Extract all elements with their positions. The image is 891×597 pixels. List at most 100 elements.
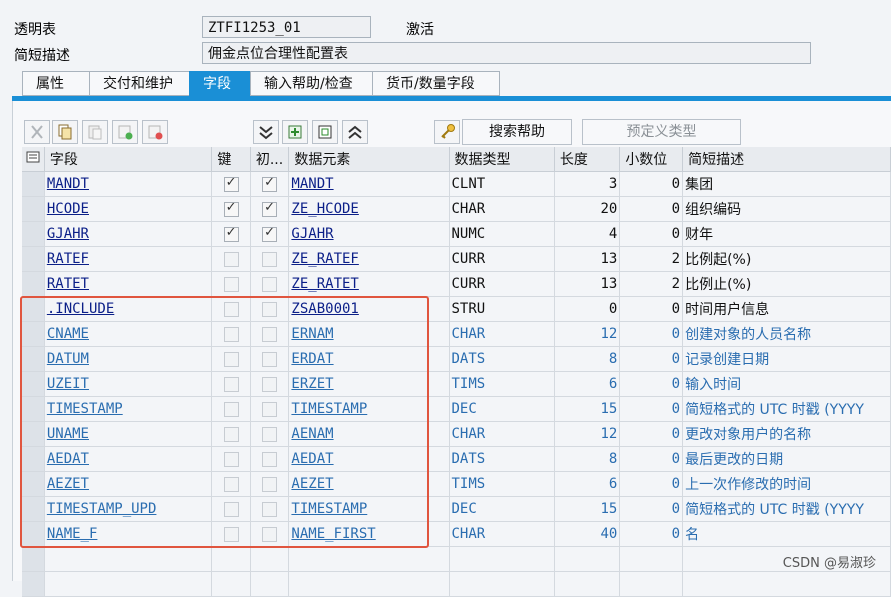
field-name-cell[interactable]: .INCLUDE [44, 296, 213, 322]
data-element-cell[interactable]: ERNAM [288, 321, 450, 347]
decimals-cell[interactable]: 0 [619, 471, 684, 497]
row-selector[interactable] [22, 496, 45, 522]
insert-row-icon[interactable] [112, 120, 138, 144]
initial-checkbox[interactable] [262, 225, 278, 242]
empty-cell[interactable] [44, 571, 213, 597]
length-cell[interactable]: 8 [554, 346, 621, 372]
key-cell[interactable] [211, 196, 251, 222]
data-element[interactable]: TIMESTAMP [290, 398, 447, 420]
field-name[interactable]: TIMESTAMP [46, 398, 211, 420]
row-selector[interactable] [22, 371, 45, 397]
key-checkbox[interactable] [223, 175, 239, 192]
row-selector[interactable] [22, 271, 45, 297]
key-checkbox[interactable] [223, 501, 239, 517]
length-cell[interactable]: 13 [554, 246, 621, 272]
col-header-key[interactable]: 键 [211, 147, 251, 172]
data-element[interactable]: AEZET [290, 473, 447, 495]
field-name-cell[interactable]: DATUM [44, 346, 213, 372]
length-cell[interactable]: 6 [554, 371, 621, 397]
data-type-cell[interactable]: DEC [449, 396, 555, 422]
decimals-cell[interactable]: 0 [619, 171, 684, 197]
col-header-decimals[interactable]: 小数位 [619, 147, 684, 172]
delete-row-icon[interactable] [142, 120, 168, 144]
initial-checkbox[interactable] [262, 175, 278, 192]
initial-checkbox[interactable] [262, 351, 278, 367]
initial-cell[interactable] [250, 171, 290, 197]
short-desc-cell[interactable]: 输入时间 [682, 371, 891, 397]
decimals-cell[interactable]: 2 [619, 246, 684, 272]
short-desc-cell[interactable]: 名 [682, 521, 891, 547]
field-name[interactable]: UZEIT [46, 373, 211, 395]
data-type-cell[interactable]: TIMS [449, 471, 555, 497]
initial-cell[interactable] [250, 321, 290, 347]
structure-icon[interactable] [312, 120, 338, 144]
key-checkbox[interactable] [223, 225, 239, 242]
decimals-cell[interactable]: 0 [619, 421, 684, 447]
key-icon[interactable] [434, 120, 460, 144]
decimals-cell[interactable]: 0 [619, 296, 684, 322]
data-type-cell[interactable]: CHAR [449, 321, 555, 347]
empty-cell[interactable] [554, 546, 621, 572]
empty-cell[interactable] [619, 546, 684, 572]
field-name[interactable]: HCODE [46, 198, 211, 220]
short-desc-cell[interactable]: 创建对象的人员名称 [682, 321, 891, 347]
key-cell[interactable] [211, 421, 251, 447]
key-cell[interactable] [211, 521, 251, 547]
field-name[interactable]: RATEF [46, 248, 211, 270]
length-cell[interactable]: 15 [554, 396, 621, 422]
table-name-field[interactable]: ZTFI1253_01 [202, 16, 371, 38]
short-desc-field[interactable]: 佣金点位合理性配置表 [202, 42, 811, 64]
initial-checkbox[interactable] [262, 326, 278, 342]
initial-cell[interactable] [250, 196, 290, 222]
data-element-cell[interactable]: AEZET [288, 471, 450, 497]
data-element[interactable]: AEDAT [290, 448, 447, 470]
data-type-cell[interactable]: DEC [449, 496, 555, 522]
initial-checkbox[interactable] [262, 376, 278, 392]
data-element[interactable]: ERZET [290, 373, 447, 395]
data-element[interactable]: ZE_RATEF [290, 248, 447, 270]
data-element[interactable]: AENAM [290, 423, 447, 445]
decimals-cell[interactable]: 2 [619, 271, 684, 297]
predefined-type-button[interactable]: 预定义类型 [582, 119, 741, 145]
key-checkbox[interactable] [223, 526, 239, 542]
data-element-cell[interactable]: AEDAT [288, 446, 450, 472]
table-row[interactable]: GJAHRGJAHRNUMC40财年 [22, 221, 891, 247]
data-element[interactable]: TIMESTAMP [290, 498, 447, 520]
row-selector[interactable] [22, 221, 45, 247]
length-cell[interactable]: 6 [554, 471, 621, 497]
field-name[interactable]: AEZET [46, 473, 211, 495]
col-header-field[interactable]: 字段 [44, 147, 213, 172]
data-element-cell[interactable]: ZE_RATET [288, 271, 450, 297]
length-cell[interactable]: 0 [554, 296, 621, 322]
initial-cell[interactable] [250, 446, 290, 472]
short-desc-cell[interactable]: 最后更改的日期 [682, 446, 891, 472]
field-name-cell[interactable]: RATEF [44, 246, 213, 272]
data-type-cell[interactable]: CURR [449, 246, 555, 272]
initial-checkbox[interactable] [262, 426, 278, 442]
initial-cell[interactable] [250, 471, 290, 497]
data-element[interactable]: ERDAT [290, 348, 447, 370]
tab-attributes[interactable]: 属性 [22, 71, 89, 96]
key-cell[interactable] [211, 221, 251, 247]
table-row[interactable]: RATEF ZE_RATEF CURR 13 2 比例起(%) [22, 246, 891, 272]
initial-checkbox[interactable] [262, 276, 278, 292]
decimals-cell[interactable]: 0 [619, 321, 684, 347]
table-row[interactable]: RATET ZE_RATET CURR 13 2 比例止(%) [22, 271, 891, 297]
field-name-cell[interactable]: TIMESTAMP [44, 396, 213, 422]
length-cell[interactable]: 15 [554, 496, 621, 522]
col-header-initial[interactable]: 初... [250, 147, 290, 172]
data-type-cell[interactable]: STRU [449, 296, 555, 322]
expand-all-icon[interactable] [253, 120, 279, 144]
key-cell[interactable] [211, 296, 251, 322]
length-cell[interactable]: 20 [554, 196, 621, 222]
decimals-cell[interactable]: 0 [619, 446, 684, 472]
short-desc-cell[interactable]: 更改对象用户的名称 [682, 421, 891, 447]
data-type-cell[interactable]: CURR [449, 271, 555, 297]
table-row[interactable]: UNAME AENAM CHAR 12 0 更改对象用户的名称 [22, 421, 891, 447]
data-element[interactable]: GJAHR [290, 223, 447, 245]
key-checkbox[interactable] [223, 476, 239, 492]
field-name-cell[interactable]: AEDAT [44, 446, 213, 472]
initial-checkbox[interactable] [262, 200, 278, 217]
data-type-cell[interactable]: CHAR [449, 196, 555, 222]
length-cell[interactable]: 4 [554, 221, 621, 247]
